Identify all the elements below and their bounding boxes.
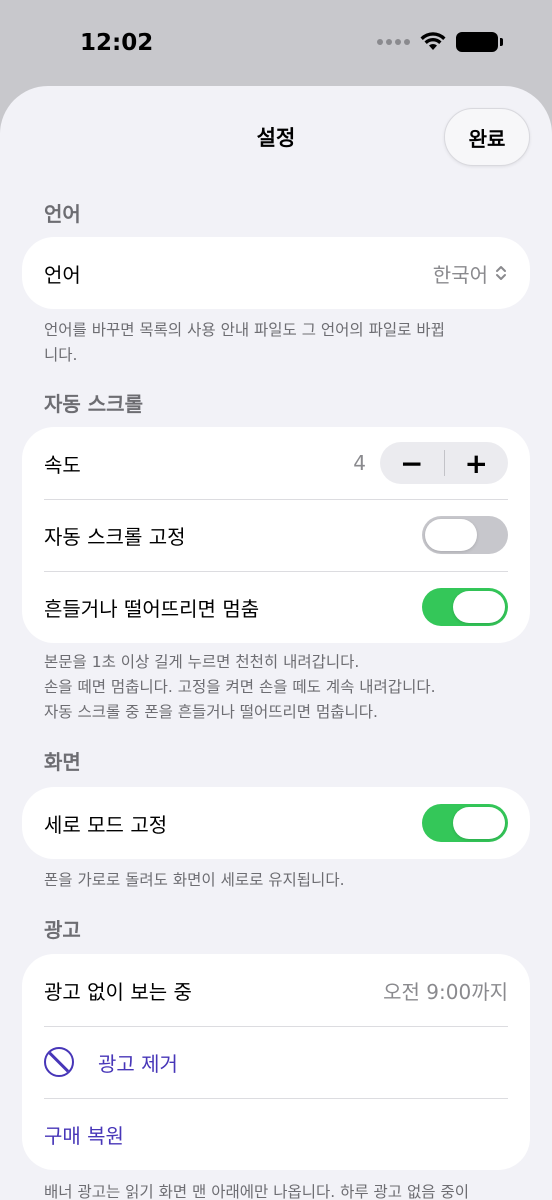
section-header-ads: 광고 <box>44 918 81 942</box>
portrait-lock-label: 세로 모드 고정 <box>44 812 168 837</box>
speed-control: 4 − + <box>353 442 508 484</box>
autoscroll-card: 속도 4 − + 자동 스크롤 고정 흔들거나 떨어뜨리면 멈춤 <box>22 427 530 643</box>
autoscroll-footer-line: 본문을 1초 이상 길게 누르면 천천히 내려갑니다. <box>44 653 360 671</box>
toggle-knob <box>425 519 477 551</box>
display-footer: 폰을 가로로 돌려도 화면이 세로로 유지됩니다. <box>44 871 345 889</box>
ad-status-value: 오전 9:00까지 <box>383 979 508 1004</box>
section-header-language: 언어 <box>44 202 81 226</box>
language-footer: 언어를 바꾸면 목록의 사용 안내 파일도 그 언어의 파일로 바뀝니다. <box>44 321 445 364</box>
portrait-lock-toggle[interactable] <box>422 804 508 842</box>
restore-purchase-row[interactable]: 구매 복원 <box>22 1098 530 1170</box>
autoscroll-lock-toggle[interactable] <box>422 516 508 554</box>
autoscroll-lock-label: 자동 스크롤 고정 <box>44 524 186 549</box>
speed-stepper: − + <box>380 442 508 484</box>
remove-ads-label: 광고 제거 <box>98 1051 178 1076</box>
status-icons <box>377 32 503 52</box>
shake-stop-label: 흔들거나 떨어뜨리면 멈춤 <box>44 596 260 621</box>
ad-status-label: 광고 없이 보는 중 <box>44 979 192 1004</box>
section-header-autoscroll: 자동 스크롤 <box>44 392 143 416</box>
ad-status-row: 광고 없이 보는 중 오전 9:00까지 <box>22 954 530 1026</box>
remove-ads-row[interactable]: 광고 제거 <box>22 1026 530 1098</box>
done-button[interactable]: 완료 <box>444 108 530 166</box>
language-card: 언어 한국어 <box>22 237 530 309</box>
section-header-display: 화면 <box>44 750 81 774</box>
chevron-up-down-icon <box>496 266 506 280</box>
autoscroll-footer-line: 자동 스크롤 중 폰을 흔들거나 떨어뜨리면 멈춥니다. <box>44 703 378 721</box>
settings-sheet: 설정 완료 언어 언어 한국어 언어를 바꾸면 목록의 사용 안내 파일도 그 … <box>0 86 552 1200</box>
wifi-icon <box>420 32 446 50</box>
ads-footer: 배너 광고는 읽기 화면 맨 아래에만 나옵니다. 하루 광고 없음 중이 <box>44 1183 469 1200</box>
increment-button[interactable]: + <box>445 442 509 484</box>
status-time: 12:02 <box>80 30 154 56</box>
language-row-label: 언어 <box>44 262 81 287</box>
language-row[interactable]: 언어 한국어 <box>22 237 530 309</box>
speed-value: 4 <box>353 451 366 475</box>
autoscroll-footer: 본문을 1초 이상 길게 누르면 천천히 내려갑니다. 손을 떼면 멈춥니다. … <box>44 650 514 725</box>
ads-card: 광고 없이 보는 중 오전 9:00까지 광고 제거 구매 복원 <box>22 954 530 1170</box>
portrait-lock-row: 세로 모드 고정 <box>22 787 530 859</box>
restore-purchase-label: 구매 복원 <box>44 1123 124 1148</box>
battery-icon <box>456 32 503 52</box>
signal-icon <box>377 39 410 45</box>
display-card: 세로 모드 고정 <box>22 787 530 859</box>
shake-stop-row: 흔들거나 떨어뜨리면 멈춤 <box>22 571 530 643</box>
autoscroll-footer-line: 손을 떼면 멈춥니다. 고정을 켜면 손을 떼도 계속 내려갑니다. <box>44 678 436 696</box>
prohibited-icon <box>44 1047 74 1077</box>
speed-row: 속도 4 − + <box>22 427 530 499</box>
decrement-button[interactable]: − <box>380 442 444 484</box>
toggle-knob <box>453 591 505 623</box>
status-bar: 12:02 <box>0 0 552 88</box>
shake-stop-toggle[interactable] <box>422 588 508 626</box>
autoscroll-lock-row: 자동 스크롤 고정 <box>22 499 530 571</box>
toggle-knob <box>453 807 505 839</box>
speed-label: 속도 <box>44 452 81 477</box>
language-value: 한국어 <box>432 262 488 287</box>
